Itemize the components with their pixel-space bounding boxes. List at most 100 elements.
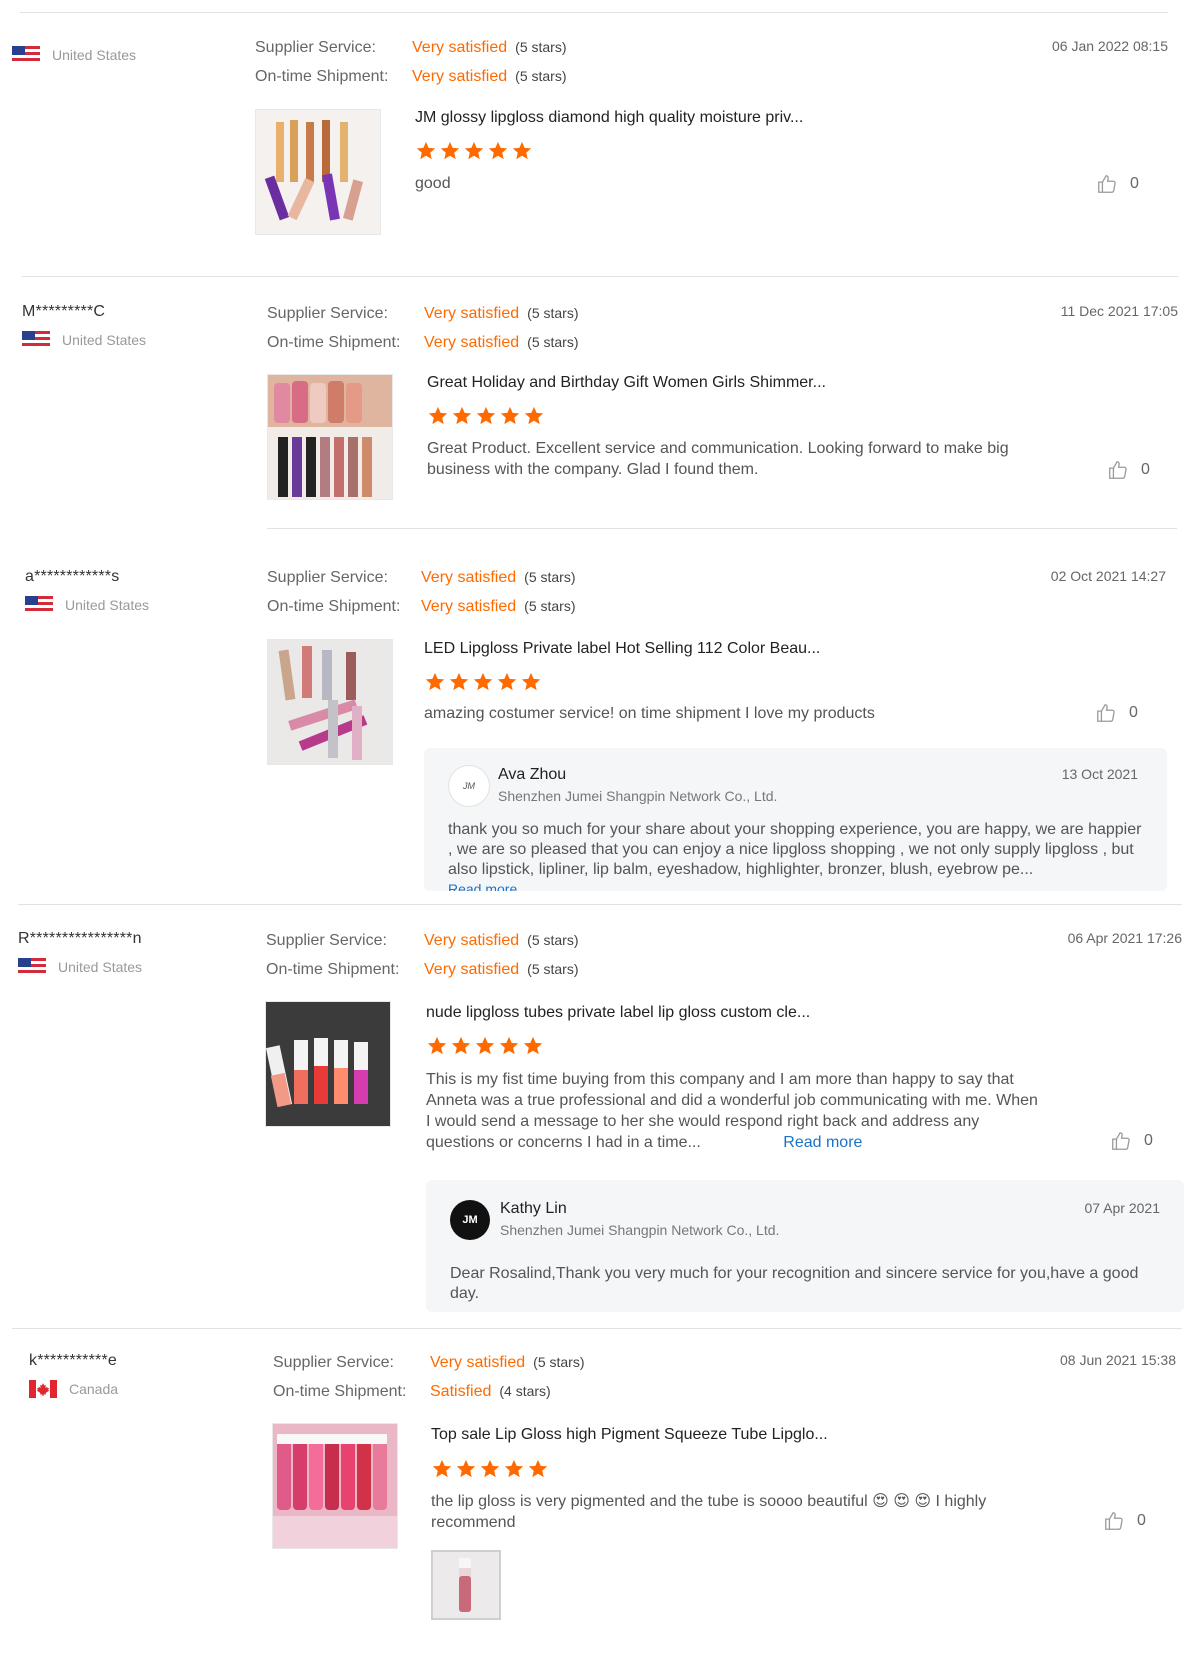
like-count: 0 (1129, 704, 1138, 721)
star-icon (456, 1459, 476, 1478)
reply-read-more-link[interactable]: Read more (448, 881, 517, 891)
review-stars (415, 140, 533, 162)
country-label: United States (62, 332, 147, 348)
replier-company: Shenzhen Jumei Shangpin Network Co., Ltd… (498, 788, 778, 804)
divider (267, 528, 1177, 529)
like-count: 0 (1144, 1132, 1153, 1149)
ratings-block: Supplier Service: Very satisfied (5 star… (267, 299, 579, 357)
ratings-block: Supplier Service: Very satisfied (5 star… (266, 926, 579, 984)
reply-text: thank you so much for your share about y… (448, 821, 1142, 878)
star-icon (416, 141, 436, 160)
like-button[interactable]: 0 (1096, 173, 1139, 195)
supplier-service-stars: (5 stars) (527, 305, 579, 321)
supplier-service-stars: (5 stars) (524, 569, 576, 585)
shipment-value: Very satisfied (421, 598, 517, 615)
star-icon (524, 406, 544, 425)
reply-text: Dear Rosalind,Thank you very much for yo… (450, 1265, 1139, 1302)
country-label: Canada (69, 1381, 119, 1397)
shipment-rating-row: On-time Shipment: Very satisfied (5 star… (267, 328, 579, 357)
star-icon (521, 672, 541, 691)
thumbs-up-icon (1112, 1132, 1130, 1150)
star-icon (500, 406, 520, 425)
supplier-service-label: Supplier Service: (267, 305, 388, 322)
review-date: 02 Oct 2021 14:27 (1050, 568, 1166, 584)
star-icon (523, 1036, 543, 1055)
review-photo (433, 1552, 499, 1618)
star-icon (488, 141, 508, 160)
star-icon (499, 1036, 519, 1055)
star-icon (432, 1459, 452, 1478)
supplier-avatar: JM (450, 1200, 490, 1240)
product-image (256, 110, 380, 234)
thumbs-up-icon (1105, 1512, 1123, 1530)
reviewer-country: United States (22, 331, 146, 349)
review-text: the lip gloss is very pigmented and the … (431, 1493, 987, 1531)
shipment-stars: (5 stars) (527, 334, 579, 350)
star-icon (497, 672, 517, 691)
shipment-label: On-time Shipment: (255, 68, 389, 85)
product-thumbnail[interactable] (273, 1424, 397, 1548)
review-text-body: This is my fist time buying from this co… (426, 1071, 1038, 1151)
shipment-stars: (5 stars) (515, 68, 567, 84)
us-flag-icon (22, 331, 50, 349)
review-date: 11 Dec 2021 17:05 (1060, 303, 1178, 319)
product-title[interactable]: nude lipgloss tubes private label lip gl… (426, 1004, 810, 1022)
thumbs-up-icon (1109, 461, 1127, 479)
review-date: 08 Jun 2021 15:38 (1060, 1352, 1176, 1368)
replier-name: Ava Zhou (498, 766, 567, 783)
shipment-rating-row: On-time Shipment: Very satisfied (5 star… (266, 955, 579, 984)
product-thumbnail[interactable] (266, 1002, 390, 1126)
like-button[interactable]: 0 (1110, 1130, 1153, 1152)
review-text: amazing costumer service! on time shipme… (424, 705, 875, 722)
shipment-stars: (5 stars) (527, 961, 579, 977)
reviewer-name: a************s (25, 568, 120, 585)
supplier-rating-row: Supplier Service: Very satisfied (5 star… (267, 563, 576, 592)
review-photo-thumbnail[interactable] (431, 1550, 501, 1620)
star-icon (449, 672, 469, 691)
divider (18, 904, 1182, 905)
divider (22, 276, 1178, 277)
product-title[interactable]: LED Lipgloss Private label Hot Selling 1… (424, 640, 820, 658)
product-thumbnail[interactable] (256, 110, 380, 234)
product-title[interactable]: JM glossy lipgloss diamond high quality … (415, 109, 803, 127)
product-title[interactable]: Top sale Lip Gloss high Pigment Squeeze … (431, 1426, 828, 1444)
supplier-service-stars: (5 stars) (515, 39, 567, 55)
review-stars (431, 1458, 549, 1480)
supplier-rating-row: Supplier Service: Very satisfied (5 star… (267, 299, 579, 328)
review-stars (426, 1035, 544, 1057)
star-icon (480, 1459, 500, 1478)
ratings-block: Supplier Service: Very satisfied (5 star… (255, 33, 567, 91)
supplier-service-value: Very satisfied (424, 305, 520, 322)
supplier-service-label: Supplier Service: (273, 1354, 394, 1371)
supplier-rating-row: Supplier Service: Very satisfied (5 star… (266, 926, 579, 955)
like-button[interactable]: 0 (1107, 459, 1150, 481)
review-stars (427, 405, 545, 427)
product-image (268, 375, 392, 499)
shipment-label: On-time Shipment: (267, 334, 401, 351)
star-icon (452, 406, 472, 425)
supplier-avatar: JM (448, 765, 490, 807)
supplier-service-stars: (5 stars) (527, 932, 579, 948)
review-text: This is my fist time buying from this co… (426, 1069, 1046, 1153)
shipment-rating-row: On-time Shipment: Satisfied (4 stars) (273, 1377, 585, 1406)
reviewer-country: United States (12, 46, 136, 64)
read-more-link[interactable]: Read more (783, 1134, 862, 1151)
star-icon (440, 141, 460, 160)
canada-flag-icon (29, 1380, 57, 1398)
like-button[interactable]: 0 (1095, 702, 1138, 724)
supplier-service-value: Very satisfied (421, 569, 517, 586)
like-button[interactable]: 0 (1103, 1510, 1146, 1532)
country-label: United States (58, 959, 143, 975)
product-thumbnail[interactable] (268, 375, 392, 499)
review-date: 06 Jan 2022 08:15 (1052, 38, 1168, 54)
like-count: 0 (1130, 175, 1139, 192)
product-image (273, 1424, 397, 1548)
reviewer-country: United States (18, 958, 142, 976)
product-title[interactable]: Great Holiday and Birthday Gift Women Gi… (427, 374, 826, 392)
supplier-reply: JM Ava Zhou Shenzhen Jumei Shangpin Netw… (424, 748, 1167, 891)
review-date: 06 Apr 2021 17:26 (1067, 930, 1182, 946)
shipment-value: Very satisfied (424, 961, 520, 978)
reviewer-name: k***********e (29, 1352, 117, 1369)
divider (12, 1328, 1182, 1329)
product-thumbnail[interactable] (268, 640, 392, 764)
